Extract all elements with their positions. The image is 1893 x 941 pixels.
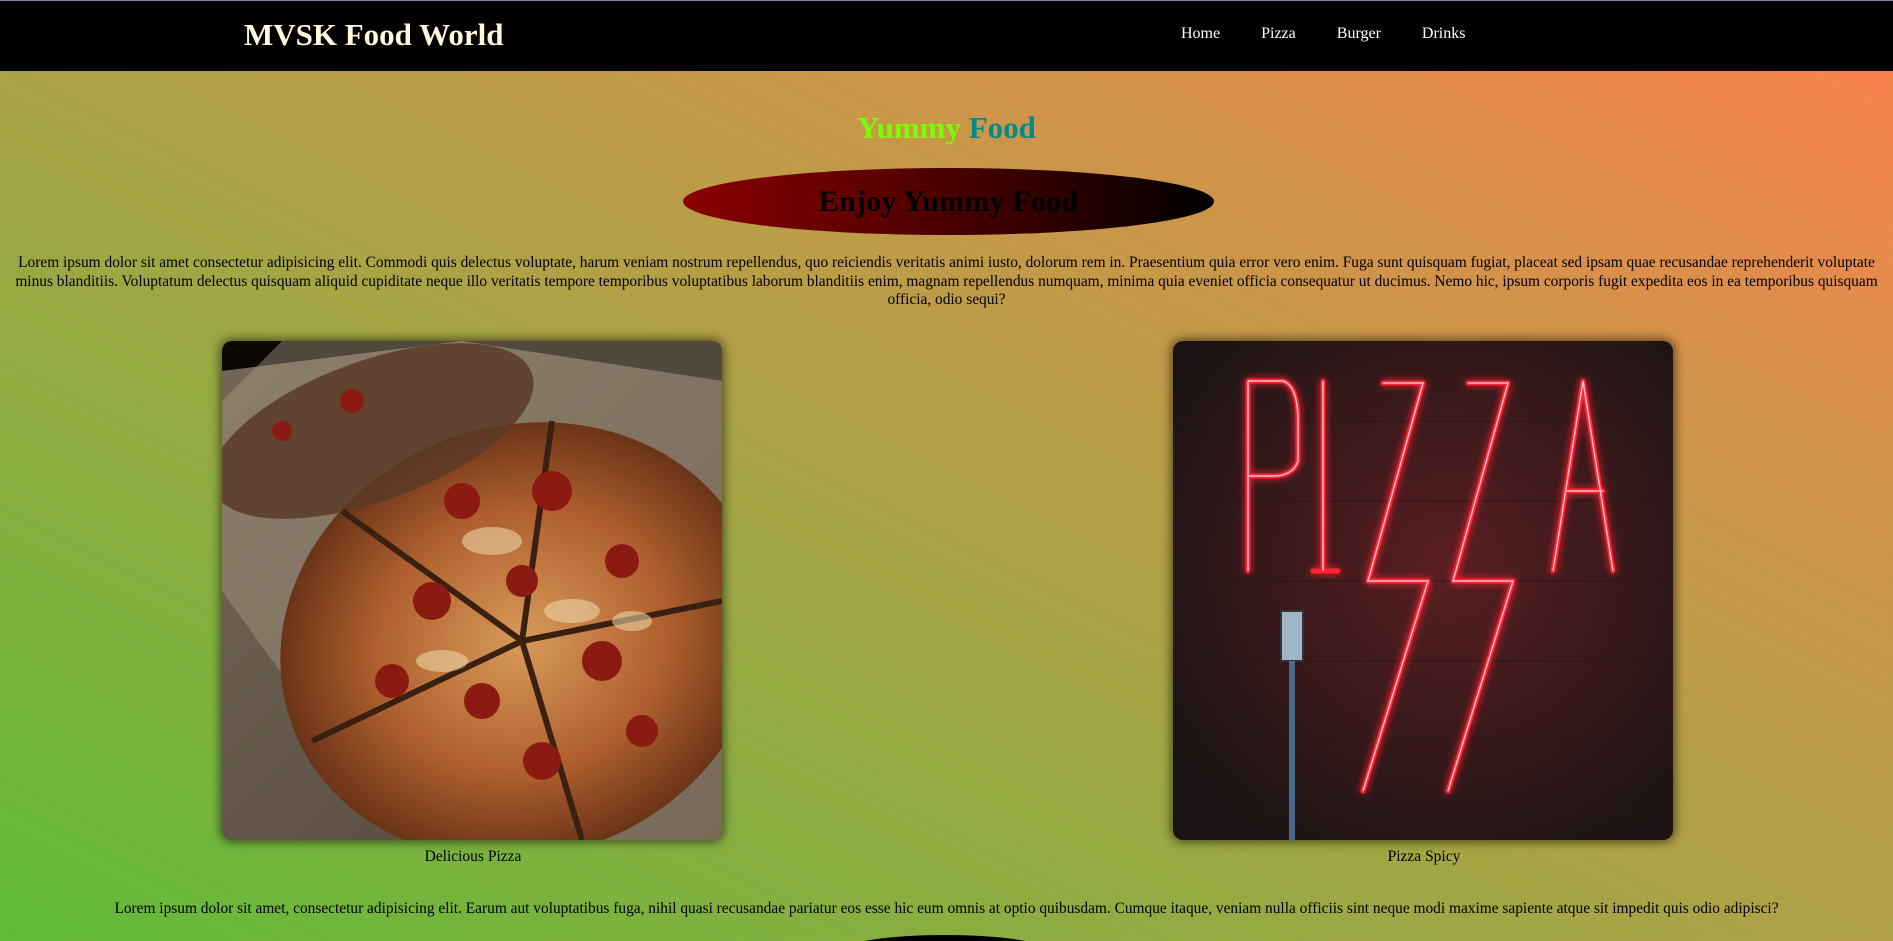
nav-link-pizza[interactable]: Pizza <box>1261 25 1296 43</box>
hero-title: Yummy Food <box>0 110 1893 146</box>
bottom-banner-ellipse <box>845 935 1045 941</box>
nav-links: Home Pizza Burger Drinks <box>1181 25 1506 43</box>
pizza-photo <box>222 341 722 840</box>
card-caption: Delicious Pizza <box>424 848 522 865</box>
nav-link-burger[interactable]: Burger <box>1337 25 1381 43</box>
navbar: MVSK Food World Home Pizza Burger Drinks <box>0 1 1893 71</box>
nav-link-drinks[interactable]: Drinks <box>1422 25 1466 43</box>
intro-paragraph: Lorem ipsum dolor sit amet consectetur a… <box>15 254 1878 308</box>
card-delicious-pizza: Delicious Pizza <box>222 341 724 866</box>
brand-logo-text[interactable]: MVSK Food World <box>244 17 504 53</box>
banner-text: Enjoy Yummy Food <box>818 185 1079 218</box>
neon-pizza-sign-photo <box>1173 341 1673 840</box>
hero-title-word-food: Food <box>968 110 1036 145</box>
second-paragraph: Lorem ipsum dolor sit amet, consectetur … <box>114 900 1779 917</box>
card-pizza-spicy: Pizza Spicy <box>1173 341 1675 866</box>
card-caption: Pizza Spicy <box>1387 848 1461 865</box>
banner-ellipse: Enjoy Yummy Food <box>683 168 1214 235</box>
hero-title-word-yummy: Yummy <box>857 110 961 145</box>
nav-link-home[interactable]: Home <box>1181 25 1220 43</box>
